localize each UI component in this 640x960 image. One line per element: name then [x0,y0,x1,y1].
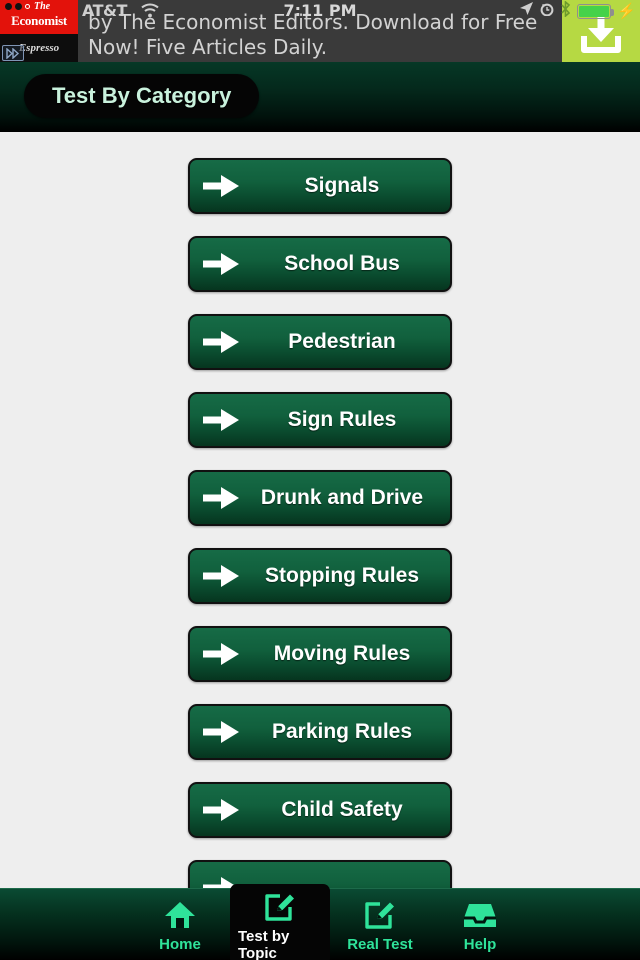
tab-real-test[interactable]: Real Test [330,889,430,960]
location-arrow-icon [519,1,534,21]
category-button-label: Signals [304,174,380,197]
status-icons-group: ⚡ [519,0,636,22]
category-button[interactable]: Stopping Rules [188,548,452,604]
category-button-label: Drunk and Drive [260,486,424,509]
category-button-label: Parking Rules [271,720,413,743]
category-button-label: Stopping Rules [265,564,419,587]
adchoices-icon[interactable] [2,45,24,61]
navigation-bar: Test By Category [0,62,640,132]
battery-icon [577,3,615,19]
arrow-right-icon [190,797,252,823]
arrow-right-icon [190,407,252,433]
page-title: Test By Category [52,83,232,108]
lightning-bolt-icon: ⚡ [617,2,636,20]
compose-pencil-icon [264,889,296,925]
bluetooth-icon [560,0,571,22]
tab-help[interactable]: Help [430,889,530,960]
arrow-right-icon [190,563,252,589]
category-button[interactable]: School Bus [188,236,452,292]
arrow-right-icon [190,251,252,277]
inbox-tray-icon [463,897,497,933]
arrow-right-icon [190,641,252,667]
category-button[interactable]: Drunk and Drive [188,470,452,526]
arrow-right-icon [190,173,252,199]
compose-pencil-icon [364,897,396,933]
category-button[interactable]: Signals [188,158,452,214]
advertisement-banner[interactable]: The Economist Espresso by The Economist … [0,0,640,62]
arrow-right-icon [190,329,252,355]
arrow-right-icon [190,485,252,511]
home-icon [163,897,197,933]
tab-home[interactable]: Home [130,889,230,960]
category-button[interactable]: Moving Rules [188,626,452,682]
category-list: Signals School Bus Pedestrian Sign Rules Dru… [0,132,640,888]
arrow-right-icon [190,719,252,745]
tab-label: Help [463,936,497,953]
tab-label: Home [159,936,201,953]
bottom-tab-bar: Home Test by Topic Real Test Help [0,883,640,960]
category-button[interactable]: Parking Rules [188,704,452,760]
category-button-label: Sign Rules [287,408,397,431]
category-button-label: Pedestrian [288,330,396,353]
page-title-pill: Test By Category [24,74,260,118]
category-button-label: School Bus [284,252,400,275]
tab-label: Test by Topic [238,927,290,960]
status-bar: AT&T 7:11 PM ⚡ [0,0,640,22]
category-button-label: Child Safety [281,798,403,821]
tab-label: Real Test [347,936,413,953]
alarm-clock-icon [540,2,554,21]
tab-test-by-topic[interactable]: Test by Topic [230,883,330,960]
category-button[interactable]: Pedestrian [188,314,452,370]
app-root: The Economist Espresso by The Economist … [0,0,640,960]
category-button[interactable]: Child Safety [188,782,452,838]
category-button-label: Moving Rules [273,642,411,665]
category-scroll-view[interactable]: Signals School Bus Pedestrian Sign Rules Dru… [0,132,640,888]
category-button[interactable]: Sign Rules [188,392,452,448]
